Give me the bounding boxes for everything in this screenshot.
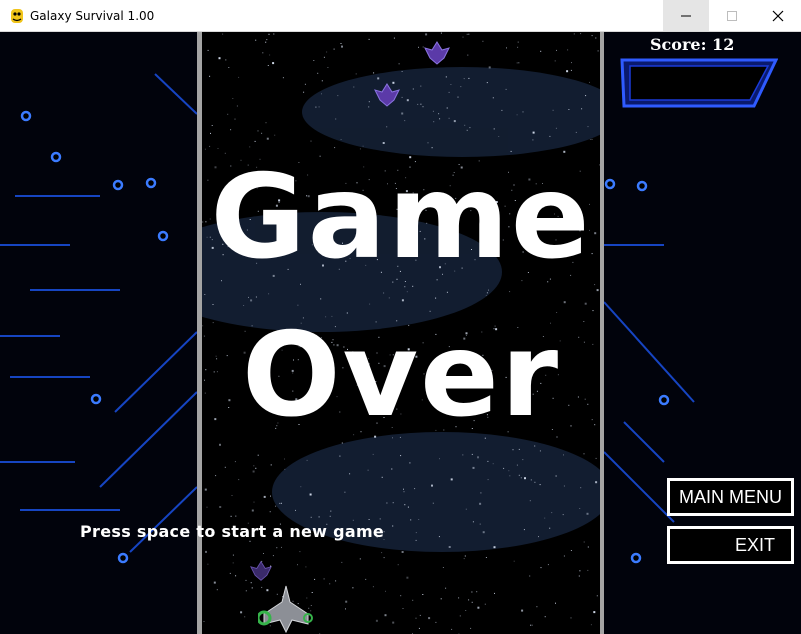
window-title: Galaxy Survival 1.00 (30, 9, 155, 23)
game-over-title-line1: Game (210, 150, 592, 285)
minimize-button[interactable] (663, 0, 709, 31)
close-icon (772, 10, 784, 21)
alien-ship-icon (250, 560, 272, 581)
circuit-decoration-left (0, 73, 198, 564)
left-circuit-panel (0, 32, 198, 634)
exit-button[interactable]: EXIT (667, 526, 794, 564)
window-titlebar[interactable]: Galaxy Survival 1.00 (0, 0, 801, 32)
main-menu-button[interactable]: MAIN MENU (667, 478, 794, 516)
close-button[interactable] (755, 0, 801, 31)
score-label: Score: 12 (650, 35, 735, 54)
maximize-icon (727, 10, 737, 21)
alien-ship-icon (374, 83, 400, 107)
restart-hint: Press space to start a new game (80, 522, 385, 541)
score-panel (620, 58, 778, 108)
spaceship-icon (258, 585, 313, 634)
minimize-icon (681, 15, 691, 16)
alien-ship-icon (424, 41, 450, 65)
app-icon (11, 9, 23, 23)
maximize-button[interactable] (709, 0, 755, 31)
game-over-title-line2: Over (241, 308, 561, 443)
